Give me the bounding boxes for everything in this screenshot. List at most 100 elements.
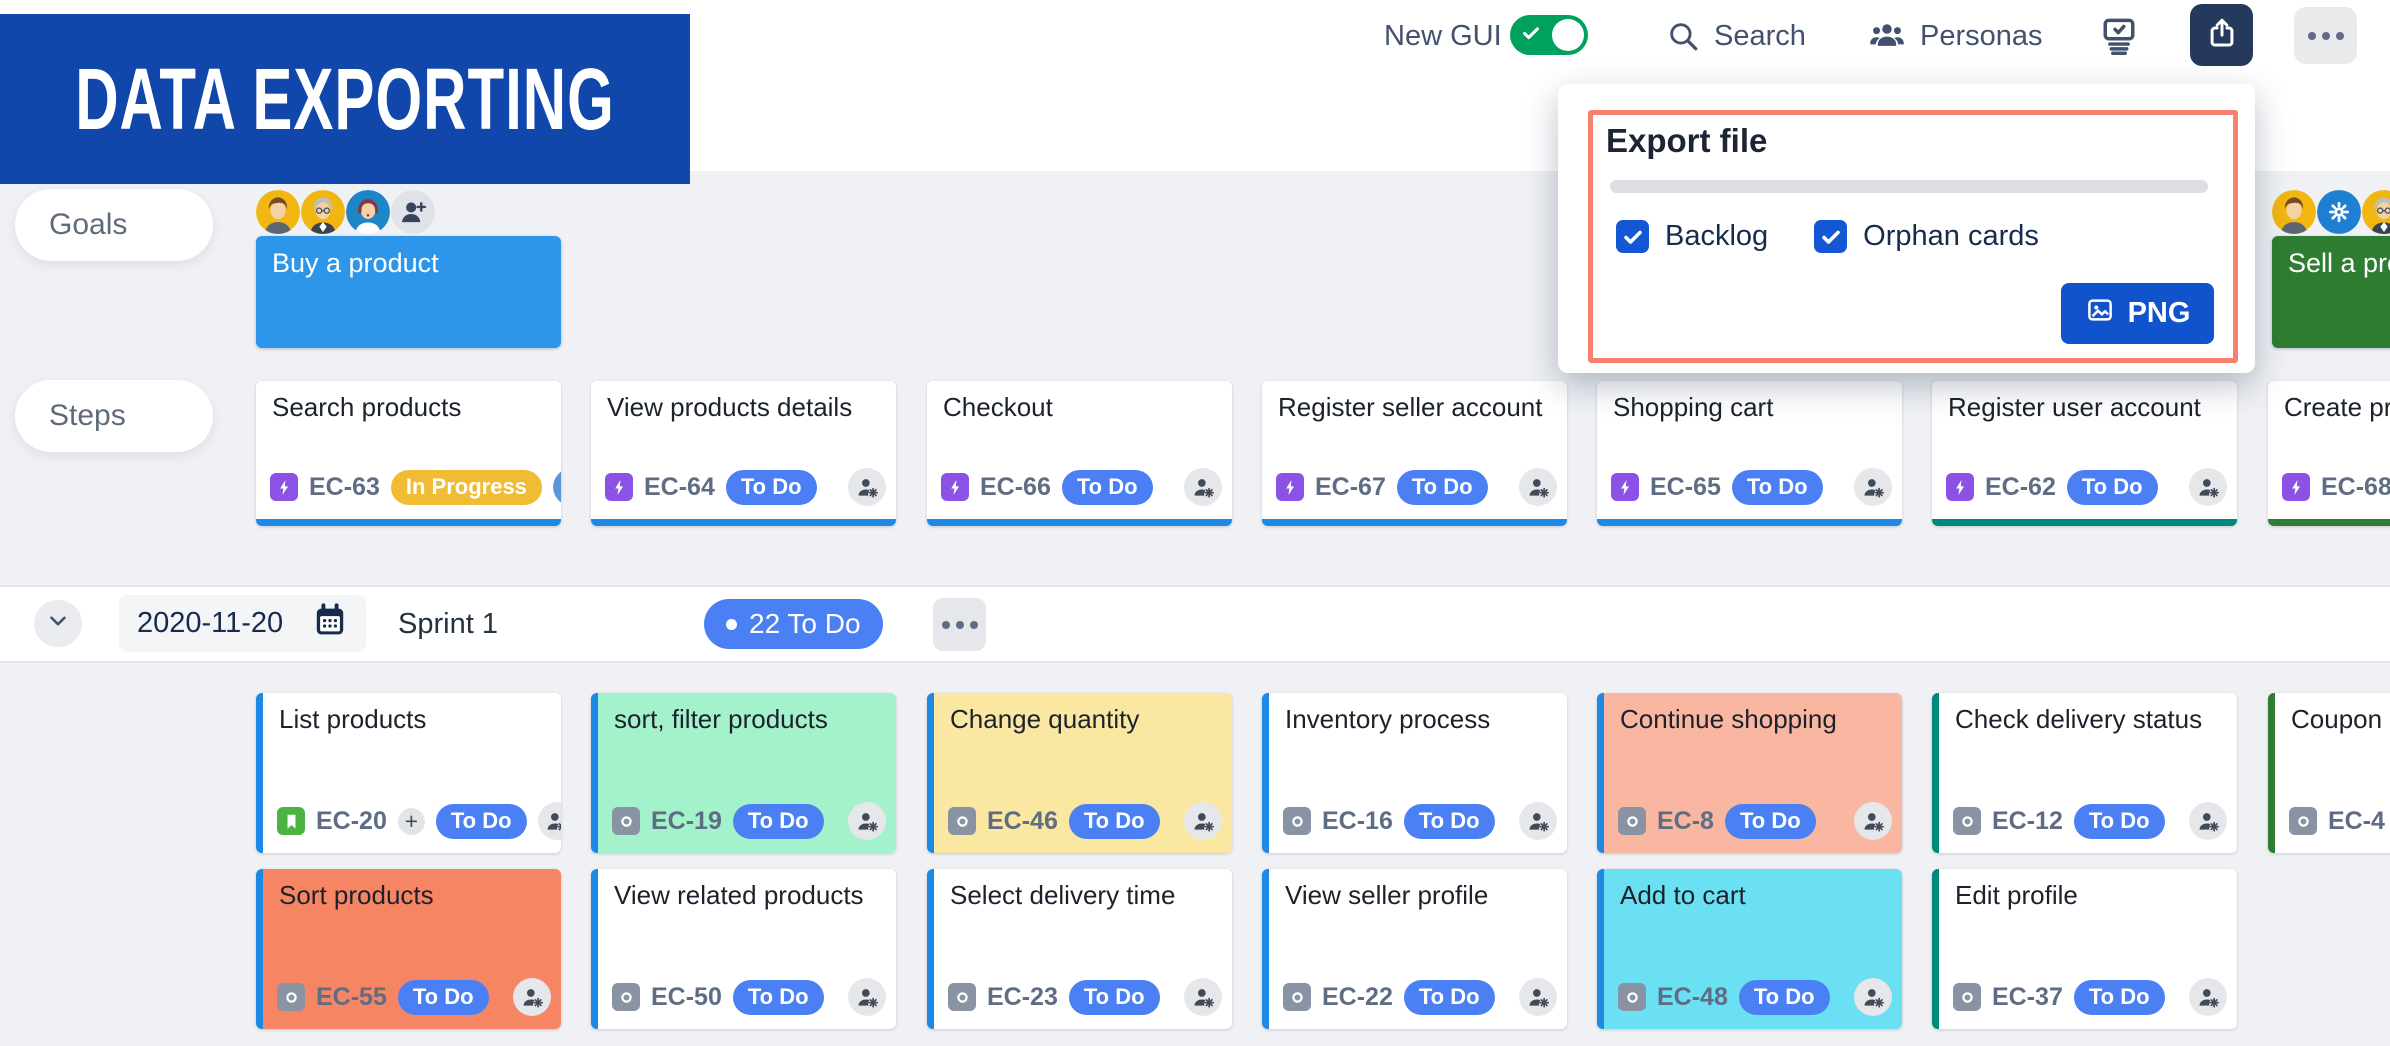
assignee-gear-person-icon[interactable] bbox=[1184, 468, 1222, 506]
woman-persona[interactable] bbox=[346, 190, 390, 234]
story-card[interactable]: CheckoutEC-66To Do bbox=[927, 381, 1232, 526]
dot-icon bbox=[942, 621, 950, 629]
sprint-collapse-button[interactable] bbox=[34, 600, 82, 647]
status-pill[interactable]: To Do bbox=[1725, 804, 1816, 839]
assignee-gear-person-icon[interactable] bbox=[2189, 468, 2227, 506]
screen-checklist-icon bbox=[2097, 14, 2141, 63]
story-card[interactable]: Search productsEC-63In Progress bbox=[256, 381, 561, 526]
status-pill[interactable]: To Do bbox=[1404, 804, 1495, 839]
story-card[interactable]: View related productsEC-50To Do bbox=[591, 869, 896, 1029]
assignee-gear-person-icon[interactable] bbox=[848, 468, 886, 506]
assignee-gear-person-icon[interactable] bbox=[1519, 468, 1557, 506]
assignee-gear-person-icon[interactable] bbox=[2189, 978, 2227, 1016]
new-gui-toggle[interactable] bbox=[1510, 15, 1588, 55]
assignee-avatar[interactable] bbox=[553, 468, 561, 506]
status-pill[interactable]: To Do bbox=[733, 980, 824, 1015]
status-pill[interactable]: To Do bbox=[1404, 980, 1495, 1015]
assignee-gear-person-icon[interactable] bbox=[1854, 468, 1892, 506]
more-options-button[interactable] bbox=[2294, 7, 2357, 64]
story-card[interactable]: Change quantityEC-46To Do bbox=[927, 693, 1232, 853]
story-card[interactable]: CouponEC-4To Do bbox=[2268, 693, 2390, 853]
status-pill[interactable]: In Progress bbox=[391, 470, 542, 505]
orphan-cards-checkbox[interactable] bbox=[1814, 220, 1847, 253]
card-key: EC-4 bbox=[2328, 807, 2385, 836]
goals-row-label[interactable]: Goals bbox=[15, 189, 213, 261]
card-title: Register user account bbox=[1948, 392, 2227, 423]
gear-persona[interactable] bbox=[2317, 190, 2361, 234]
orphan-cards-option[interactable]: Orphan cards bbox=[1814, 220, 2039, 253]
assignee-gear-person-icon[interactable] bbox=[848, 802, 886, 840]
assignee-gear-person-icon[interactable] bbox=[1184, 978, 1222, 1016]
screen-checklist-button[interactable] bbox=[2095, 14, 2143, 62]
man-persona[interactable] bbox=[256, 190, 300, 234]
export-progress-bar bbox=[1610, 180, 2208, 193]
add-badge[interactable]: + bbox=[398, 808, 425, 835]
status-pill[interactable]: To Do bbox=[398, 980, 489, 1015]
status-pill[interactable]: To Do bbox=[1069, 804, 1160, 839]
goal-card[interactable]: Buy a product bbox=[256, 236, 561, 348]
card-footer: EC-22To Do bbox=[1283, 978, 1557, 1016]
story-card[interactable]: Add to cartEC-48To Do bbox=[1597, 869, 1902, 1029]
assignee-gear-person-icon[interactable] bbox=[1854, 978, 1892, 1016]
story-card[interactable]: Sort productsEC-55To Do bbox=[256, 869, 561, 1029]
grandma-persona[interactable] bbox=[301, 190, 345, 234]
backlog-checkbox[interactable] bbox=[1616, 220, 1649, 253]
bolt-type-icon bbox=[2282, 473, 2310, 501]
story-card[interactable]: Register user accountEC-62To Do bbox=[1932, 381, 2237, 526]
card-title: Continue shopping bbox=[1620, 704, 1892, 735]
assignee-gear-person-icon[interactable] bbox=[1519, 978, 1557, 1016]
story-card[interactable]: Continue shoppingEC-8To Do bbox=[1597, 693, 1902, 853]
story-card[interactable]: View seller profile EC-22To Do bbox=[1262, 869, 1567, 1029]
story-card[interactable]: List productsEC-20+To Do bbox=[256, 693, 561, 853]
status-pill[interactable]: To Do bbox=[726, 470, 817, 505]
assignee-gear-person-icon[interactable] bbox=[1854, 802, 1892, 840]
personas-button[interactable]: Personas bbox=[1868, 14, 2043, 58]
assignee-gear-person-icon[interactable] bbox=[1184, 802, 1222, 840]
sprint-more-button[interactable] bbox=[933, 598, 986, 651]
sprint-date-text: 2020-11-20 bbox=[137, 607, 283, 640]
story-card[interactable]: Register seller accountEC-67To Do bbox=[1262, 381, 1567, 526]
status-pill[interactable]: To Do bbox=[733, 804, 824, 839]
status-pill[interactable]: To Do bbox=[1069, 980, 1160, 1015]
search-icon bbox=[1666, 19, 1700, 53]
search-button[interactable]: Search bbox=[1666, 14, 1806, 58]
add-persona[interactable] bbox=[391, 190, 435, 234]
status-pill[interactable]: To Do bbox=[1062, 470, 1153, 505]
assignee-gear-person-icon[interactable] bbox=[1519, 802, 1557, 840]
story-card[interactable]: sort, filter productsEC-19To Do bbox=[591, 693, 896, 853]
assignee-gear-person-icon[interactable] bbox=[2189, 802, 2227, 840]
status-pill[interactable]: To Do bbox=[1732, 470, 1823, 505]
man-persona[interactable] bbox=[2272, 190, 2316, 234]
status-pill[interactable]: To Do bbox=[2074, 804, 2165, 839]
assignee-gear-person-icon[interactable] bbox=[848, 978, 886, 1016]
dot-icon bbox=[956, 621, 964, 629]
backlog-option[interactable]: Backlog bbox=[1616, 220, 1768, 253]
card-title: View seller profile bbox=[1285, 880, 1557, 911]
status-pill[interactable]: To Do bbox=[2074, 980, 2165, 1015]
story-card[interactable]: Select delivery timeEC-23To Do bbox=[927, 869, 1232, 1029]
story-card[interactable]: Inventory processEC-16To Do bbox=[1262, 693, 1567, 853]
export-png-button[interactable]: PNG bbox=[2061, 283, 2214, 344]
dot-icon bbox=[2308, 32, 2316, 40]
story-card[interactable]: Check delivery statusEC-12To Do bbox=[1932, 693, 2237, 853]
sprint-name[interactable]: Sprint 1 bbox=[398, 587, 498, 661]
card-title: Shopping cart bbox=[1613, 392, 1892, 423]
project-title: DATA EXPORTING bbox=[75, 49, 615, 149]
story-card[interactable]: View products detailsEC-64To Do bbox=[591, 381, 896, 526]
assignee-gear-person-icon[interactable] bbox=[513, 978, 551, 1016]
story-card[interactable]: Create productEC-68To Do bbox=[2268, 381, 2390, 526]
assignee-gear-person-icon[interactable] bbox=[538, 802, 561, 840]
card-key: EC-66 bbox=[980, 473, 1051, 502]
story-card[interactable]: Shopping cartEC-65To Do bbox=[1597, 381, 1902, 526]
sprint-date-picker[interactable]: 2020-11-20 bbox=[119, 595, 366, 652]
story-card[interactable]: Edit profileEC-37To Do bbox=[1932, 869, 2237, 1029]
status-pill[interactable]: To Do bbox=[2067, 470, 2158, 505]
status-pill[interactable]: To Do bbox=[1397, 470, 1488, 505]
steps-row-label[interactable]: Steps bbox=[15, 380, 213, 452]
sprint-status-badge[interactable]: 22 To Do bbox=[704, 599, 883, 649]
goal-card[interactable]: Sell a product bbox=[2272, 236, 2390, 348]
bolt-type-icon bbox=[1611, 473, 1639, 501]
status-pill[interactable]: To Do bbox=[436, 804, 527, 839]
share-export-button[interactable] bbox=[2190, 4, 2253, 66]
status-pill[interactable]: To Do bbox=[1739, 980, 1830, 1015]
